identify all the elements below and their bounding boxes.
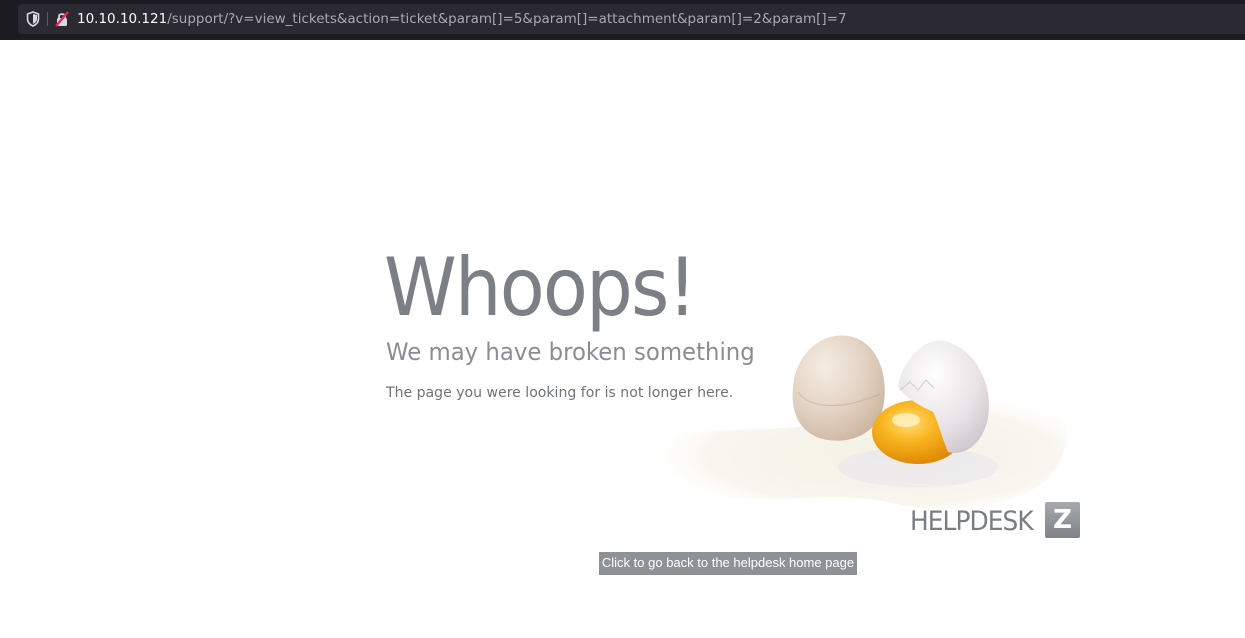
logo-z-badge: Z [1045,502,1080,538]
browser-toolbar: 10.10.10.121/support/?v=view_tickets&act… [0,0,1245,40]
helpdeskz-logo: HELPDESK Z [910,502,1082,540]
shield-icon[interactable] [26,11,40,27]
address-bar-divider [47,12,48,26]
url-text[interactable]: 10.10.10.121/support/?v=view_tickets&act… [77,10,847,28]
address-bar[interactable]: 10.10.10.121/support/?v=view_tickets&act… [18,4,1245,34]
insecure-lock-icon[interactable] [54,11,70,27]
url-path: /support/?v=view_tickets&action=ticket&p… [167,11,847,27]
url-host: 10.10.10.121 [77,11,168,27]
logo-wordmark: HELPDESK [910,506,1034,537]
back-to-home-button[interactable]: Click to go back to the helpdesk home pa… [599,552,857,575]
error-page: Whoops! We may have broken something The… [0,40,1245,638]
page-title: Whoops! [384,241,697,334]
